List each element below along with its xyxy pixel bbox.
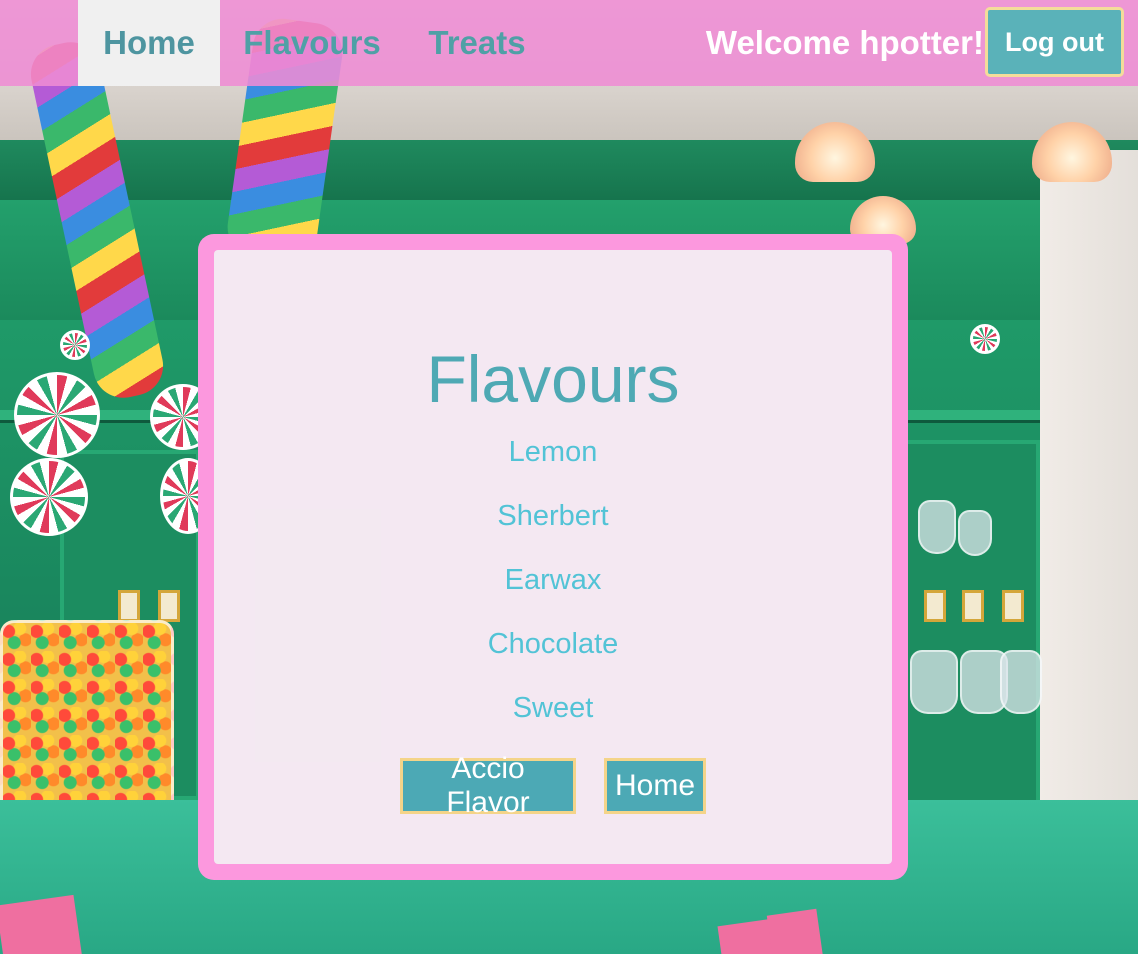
flavour-list: Lemon Sherbert Earwax Chocolate Sweet [214,434,892,754]
logout-button[interactable]: Log out [985,7,1124,77]
page-title: Flavours [426,342,680,416]
nav-link-treats[interactable]: Treats [416,0,538,86]
bg-candy-box [766,908,824,954]
bg-drawer [118,590,140,622]
bg-drawer [924,590,946,622]
bg-lollipop [970,324,1000,354]
page: Home Flavours Treats Welcome hpotter! Lo… [0,0,1138,954]
bg-jar [958,510,992,556]
bg-lollipop [60,330,90,360]
bg-candy-box [0,894,82,954]
bg-jar [910,650,958,714]
flavour-item-sherbert[interactable]: Sherbert [214,498,892,562]
nav-link-flavours[interactable]: Flavours [232,0,392,86]
accio-flavor-button[interactable]: Accio Flavor [400,752,576,819]
bg-beam [0,140,1138,200]
bg-drawer [158,590,180,622]
bg-wall [1040,150,1138,850]
bg-jellybean-jar [0,620,174,816]
bg-lollipop [10,458,88,536]
flavour-item-sweet[interactable]: Sweet [214,690,892,754]
bg-drawer [962,590,984,622]
flavour-item-earwax[interactable]: Earwax [214,562,892,626]
nav-link-home[interactable]: Home [78,0,220,86]
welcome-message: Welcome hpotter! [705,24,984,61]
flavours-card: Flavours Lemon Sherbert Earwax Chocolate… [198,234,908,880]
bg-jar [1000,650,1042,714]
bg-lollipop [14,372,100,458]
bg-drawer [1002,590,1024,622]
bg-jar [918,500,956,554]
flavours-card-panel: Flavours Lemon Sherbert Earwax Chocolate… [214,250,892,864]
top-navbar: Home Flavours Treats Welcome hpotter! Lo… [0,0,1138,86]
card-actions: Accio Flavor Home [214,752,892,819]
home-button[interactable]: Home [604,758,706,814]
flavour-item-lemon[interactable]: Lemon [214,434,892,498]
flavour-item-chocolate[interactable]: Chocolate [214,626,892,690]
